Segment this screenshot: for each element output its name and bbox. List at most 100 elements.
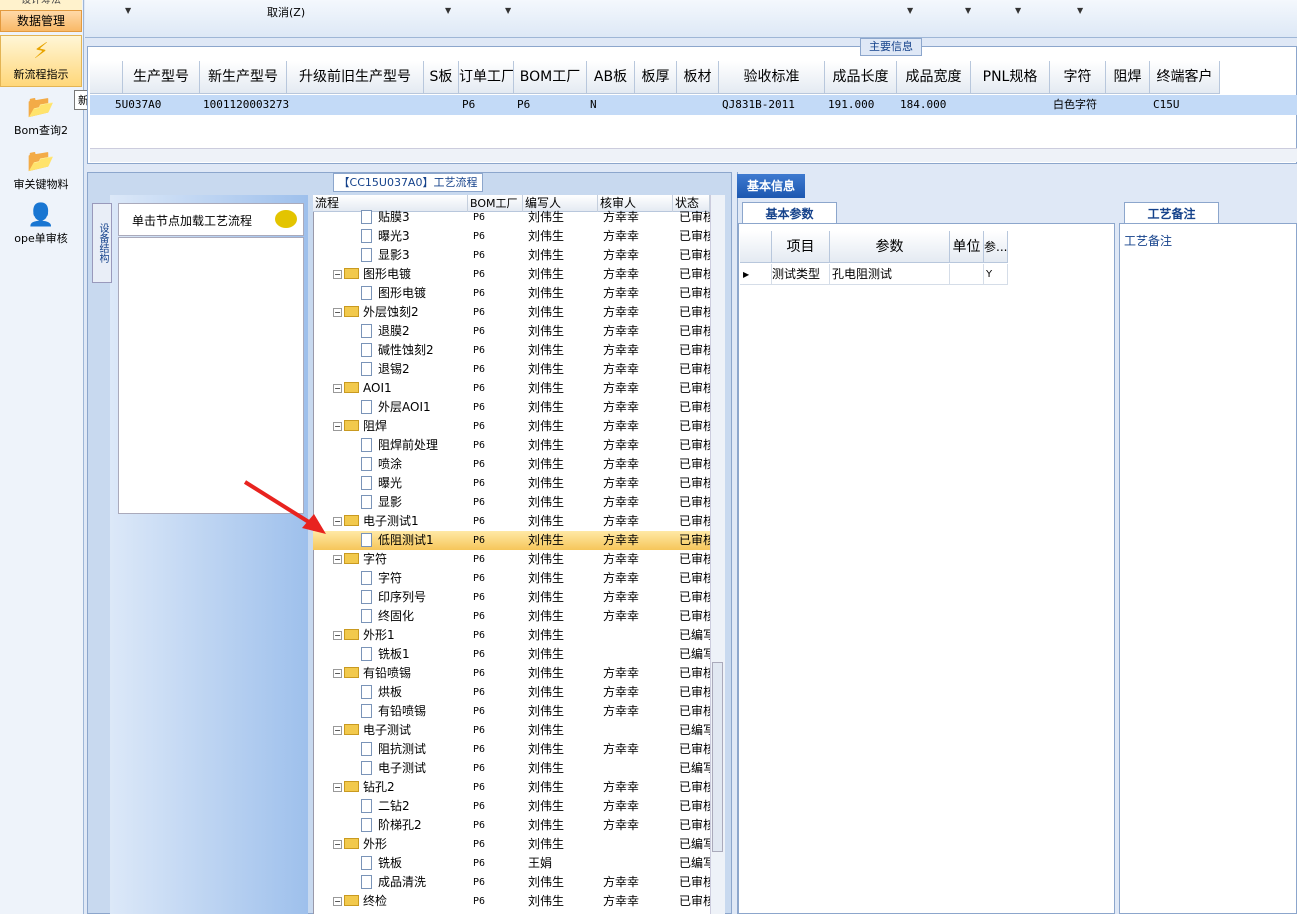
params-col-unit[interactable]: 单位: [950, 231, 984, 263]
tree-row[interactable]: − 终检 P6 刘伟生 方幸幸 已审核: [313, 892, 710, 911]
tree-row[interactable]: 贴膜3 P6 刘伟生 方幸幸 已审核: [313, 208, 710, 227]
main-cell[interactable]: C15U: [1153, 95, 1223, 115]
tree-row[interactable]: 碱性蚀刻2 P6 刘伟生 方幸幸 已审核: [313, 341, 710, 360]
nav-key-material-button[interactable]: 📂 审关键物料: [0, 146, 82, 198]
collapse-icon[interactable]: −: [333, 669, 342, 678]
tree-row[interactable]: 电子测试 P6 刘伟生 已编写: [313, 759, 710, 778]
main-cell[interactable]: P6: [517, 95, 590, 115]
main-cell[interactable]: 184.000: [900, 95, 974, 115]
collapse-icon[interactable]: −: [333, 726, 342, 735]
horizontal-scrollbar[interactable]: [90, 148, 1297, 162]
tree-row[interactable]: − 电子测试1 P6 刘伟生 方幸幸 已审核: [313, 512, 710, 531]
tree-row[interactable]: 退锡2 P6 刘伟生 方幸幸 已审核: [313, 360, 710, 379]
main-cell[interactable]: [290, 95, 427, 115]
tree-node[interactable]: 二钻2: [313, 797, 467, 816]
main-cell[interactable]: [974, 95, 1053, 115]
tree-row[interactable]: − 钻孔2 P6 刘伟生 方幸幸 已审核: [313, 778, 710, 797]
tree-row[interactable]: − AOI1 P6 刘伟生 方幸幸 已审核: [313, 379, 710, 398]
tree-row[interactable]: − 外形 P6 刘伟生 已编写: [313, 835, 710, 854]
main-cell[interactable]: N: [590, 95, 638, 115]
main-cell[interactable]: QJ831B-2011: [722, 95, 828, 115]
tree-node[interactable]: − 外形: [313, 835, 467, 854]
tree-node[interactable]: − 电子测试: [313, 721, 467, 740]
collapse-icon[interactable]: −: [333, 517, 342, 526]
main-cell[interactable]: 191.000: [828, 95, 900, 115]
tree-row[interactable]: 图形电镀 P6 刘伟生 方幸幸 已审核: [313, 284, 710, 303]
tree-row[interactable]: 二钻2 P6 刘伟生 方幸幸 已审核: [313, 797, 710, 816]
params-col-extra[interactable]: 参...: [984, 231, 1008, 263]
tree-row[interactable]: − 电子测试 P6 刘伟生 已编写: [313, 721, 710, 740]
main-col-header[interactable]: 验收标准: [719, 61, 825, 94]
main-col-header[interactable]: PNL规格: [971, 61, 1050, 94]
nav-bom-query-button[interactable]: 📂 Bom查询2: [0, 92, 82, 144]
chevron-down-icon[interactable]: ▼: [125, 6, 131, 15]
params-col-param[interactable]: 参数: [830, 231, 950, 263]
tree-row[interactable]: 成品清洗 P6 刘伟生 方幸幸 已审核: [313, 873, 710, 892]
tree-node[interactable]: 退锡2: [313, 360, 467, 379]
main-cell[interactable]: [427, 95, 462, 115]
main-cell[interactable]: [1109, 95, 1153, 115]
main-col-header[interactable]: 订单工厂: [459, 61, 514, 94]
main-cell[interactable]: 10011200032737: [203, 95, 290, 115]
tree-node[interactable]: 喷涂: [313, 455, 467, 474]
tree-row[interactable]: 曝光3 P6 刘伟生 方幸幸 已审核: [313, 227, 710, 246]
tab-equipment-structure[interactable]: 设备结构: [92, 203, 112, 283]
tab-basic-params[interactable]: 基本参数: [742, 202, 837, 224]
collapse-icon[interactable]: −: [333, 555, 342, 564]
tree-row[interactable]: 铣板 P6 王娟 已编写: [313, 854, 710, 873]
tree-row[interactable]: 喷涂 P6 刘伟生 方幸幸 已审核: [313, 455, 710, 474]
tree-node[interactable]: − 阻焊: [313, 417, 467, 436]
main-cell[interactable]: 5U037A0: [115, 95, 192, 115]
nav-clipped-item[interactable]: 设计筹法: [0, 0, 82, 10]
tree-row[interactable]: − 图形电镀 P6 刘伟生 方幸幸 已审核: [313, 265, 710, 284]
tree-node[interactable]: 曝光3: [313, 227, 467, 246]
tree-node[interactable]: 显影3: [313, 246, 467, 265]
chevron-down-icon[interactable]: ▼: [1015, 6, 1021, 15]
tree-row[interactable]: 显影 P6 刘伟生 方幸幸 已审核: [313, 493, 710, 512]
main-col-header[interactable]: 新生产型号: [200, 61, 287, 94]
main-cell[interactable]: P6: [462, 95, 517, 115]
chevron-down-icon[interactable]: ▼: [505, 6, 511, 15]
tree-row[interactable]: 烘板 P6 刘伟生 方幸幸 已审核: [313, 683, 710, 702]
tree-row[interactable]: 印序列号 P6 刘伟生 方幸幸 已审核: [313, 588, 710, 607]
tree-node[interactable]: 阻抗测试: [313, 740, 467, 759]
tree-node[interactable]: 铣板1: [313, 645, 467, 664]
main-col-header[interactable]: 终端客户: [1150, 61, 1220, 94]
main-col-header[interactable]: 阻焊: [1106, 61, 1150, 94]
tree-row[interactable]: 有铅喷锡 P6 刘伟生 方幸幸 已审核: [313, 702, 710, 721]
scroll-thumb[interactable]: [712, 662, 723, 852]
tree-row[interactable]: − 阻焊 P6 刘伟生 方幸幸 已审核: [313, 417, 710, 436]
main-cell[interactable]: [680, 95, 722, 115]
tree-row[interactable]: 字符 P6 刘伟生 方幸幸 已审核: [313, 569, 710, 588]
tab-process-notes[interactable]: 工艺备注: [1124, 202, 1219, 224]
tree-row[interactable]: 退膜2 P6 刘伟生 方幸幸 已审核: [313, 322, 710, 341]
param-value[interactable]: 孔电阻测试: [830, 264, 950, 285]
nav-new-flow-button[interactable]: ⚡ 新流程指示: [0, 35, 82, 87]
chevron-down-icon[interactable]: ▼: [445, 6, 451, 15]
tree-node[interactable]: − AOI1: [313, 379, 467, 398]
main-col-header[interactable]: 板厚: [635, 61, 677, 94]
tree-row[interactable]: 外层AOI1 P6 刘伟生 方幸幸 已审核: [313, 398, 710, 417]
main-col-header[interactable]: 成品长度: [825, 61, 897, 94]
tree-node[interactable]: − 有铅喷锡: [313, 664, 467, 683]
tree-node[interactable]: 烘板: [313, 683, 467, 702]
tree-row[interactable]: 曝光 P6 刘伟生 方幸幸 已审核: [313, 474, 710, 493]
tree-node[interactable]: − 终检: [313, 892, 467, 911]
tree-node[interactable]: 铣板: [313, 854, 467, 873]
tree-row[interactable]: 显影3 P6 刘伟生 方幸幸 已审核: [313, 246, 710, 265]
tree-row[interactable]: 铣板1 P6 刘伟生 已编写: [313, 645, 710, 664]
collapse-icon[interactable]: −: [333, 631, 342, 640]
params-col-item[interactable]: 项目: [772, 231, 830, 263]
chevron-down-icon[interactable]: ▼: [907, 6, 913, 15]
tree-node[interactable]: 低阻测试1: [313, 531, 467, 550]
tree-node[interactable]: 终固化: [313, 607, 467, 626]
tree-node[interactable]: − 钻孔2: [313, 778, 467, 797]
tree-node[interactable]: − 图形电镀: [313, 265, 467, 284]
tree-node[interactable]: − 外层蚀刻2: [313, 303, 467, 322]
main-col-header[interactable]: 字符: [1050, 61, 1106, 94]
tree-node[interactable]: − 外形1: [313, 626, 467, 645]
tree-node[interactable]: − 字符: [313, 550, 467, 569]
main-col-header[interactable]: AB板: [587, 61, 635, 94]
param-extra[interactable]: Y: [984, 264, 1008, 285]
tree-row[interactable]: 终固化 P6 刘伟生 方幸幸 已审核: [313, 607, 710, 626]
